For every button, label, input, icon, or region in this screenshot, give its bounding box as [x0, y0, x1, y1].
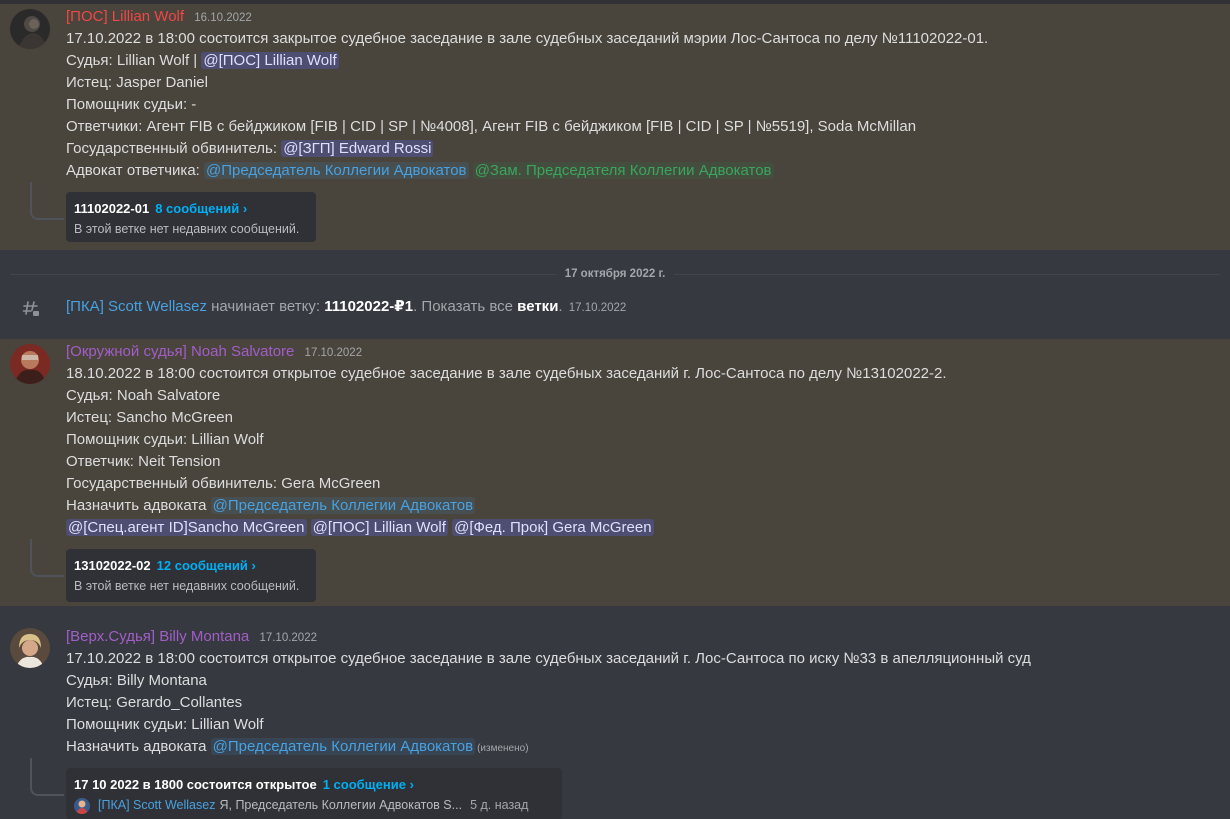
thread-name-link[interactable]: 11102022-₽1 — [324, 298, 413, 315]
message-line: Помощник судьи: Lillian Wolf — [66, 431, 264, 448]
thread-icon — [22, 300, 40, 318]
message-line: 17.10.2022 в 18:00 состоится открытое су… — [66, 650, 1031, 667]
thread-preview[interactable]: 17 10 2022 в 1800 состоится открытое 1 со… — [66, 768, 562, 819]
thread-last-text: Я, Председатель Коллегии Адвокатов S... — [219, 798, 463, 812]
thread-message-count[interactable]: 1 сообщение › — [323, 777, 414, 792]
message-line: Государственный обвинитель: @[ЗГП] Edwar… — [66, 140, 434, 157]
avatar[interactable] — [10, 344, 50, 384]
thread-subtitle: В этой ветке нет недавних сообщений. — [74, 579, 300, 593]
avatar[interactable] — [10, 9, 50, 49]
thread-last-message: [ПКА] Scott Wellasez Я, Председатель Кол… — [74, 797, 554, 814]
threads-link[interactable]: ветки — [517, 298, 558, 315]
message-timestamp: 16.10.2022 — [194, 12, 252, 24]
role-mention[interactable]: @Председатель Коллегии Адвокатов — [210, 738, 476, 755]
message-line: Назначить адвоката @Председатель Коллеги… — [66, 738, 529, 755]
message-line: Государственный обвинитель: Gera McGreen — [66, 475, 381, 492]
message-line: Истец: Sancho McGreen — [66, 409, 233, 426]
role-mention[interactable]: @Председатель Коллегии Адвокатов — [210, 497, 476, 514]
thread-subtitle: В этой ветке нет недавних сообщений. — [74, 222, 300, 236]
thread-last-author[interactable]: [ПКА] Scott Wellasez — [98, 797, 215, 814]
message-line: Помощник судьи: Lillian Wolf — [66, 716, 264, 733]
date-divider: 17 октября 2022 г. — [10, 268, 1220, 280]
thread-spine — [30, 758, 64, 796]
message-timestamp: 17.10.2022 — [259, 632, 317, 644]
thread-message-count[interactable]: 8 сообщений › — [155, 201, 247, 216]
show-all-threads-link[interactable]: Показать все — [421, 298, 517, 315]
message-line: Истец: Jasper Daniel — [66, 74, 208, 91]
system-action-text: начинает ветку: — [206, 298, 325, 315]
thread-name: 11102022-01 — [74, 201, 150, 216]
message-billy-montana: [Верх.Судья] Billy Montana 17.10.2022 17… — [0, 624, 1230, 819]
role-mention[interactable]: @Председатель Коллегии Адвокатов — [204, 162, 469, 179]
message-timestamp: 17.10.2022 — [568, 302, 627, 314]
message-noah-salvatore: [Окружной судья] Noah Salvatore 17.10.20… — [0, 339, 1230, 606]
message-line: 17.10.2022 в 18:00 состоится закрытое су… — [66, 30, 989, 47]
thread-spine — [30, 182, 64, 220]
thread-preview[interactable]: 13102022-02 12 сообщений › В этой ветке н… — [66, 549, 316, 602]
thread-name: 13102022-02 — [74, 558, 151, 573]
message-line: Судья: Lillian Wolf | @[ПОС] Lillian Wol… — [66, 52, 339, 69]
message-line: Помощник судьи: - — [66, 96, 197, 113]
edited-marker: (изменено) — [477, 743, 529, 754]
message-line: Ответчик: Neit Tension — [66, 453, 221, 470]
message-line: Ответчики: Агент FIB с бейджиком [FIB | … — [66, 118, 917, 135]
message-line: 18.10.2022 в 18:00 состоится открытое су… — [66, 365, 947, 382]
author-name[interactable]: [ПКА] Scott Wellasez — [66, 298, 207, 315]
message-line: Адвокат ответчика: @Председатель Коллеги… — [66, 162, 774, 179]
message-line: @[Спец.агент ID]Sancho McGreen @[ПОС] Li… — [66, 517, 947, 539]
user-mention[interactable]: @[Фед. Прок] Gera McGreen — [452, 519, 654, 536]
message-line: Истец: Gerardo_Collantes — [66, 694, 243, 711]
message-lillian-wolf: [ПОС] Lillian Wolf 16.10.2022 17.10.2022… — [0, 4, 1230, 250]
user-mention[interactable]: @[ПОС] Lillian Wolf — [310, 519, 448, 536]
thread-preview[interactable]: 11102022-01 8 сообщений › В этой ветке не… — [66, 192, 316, 242]
user-mention[interactable]: @[ЗГП] Edward Rossi — [281, 140, 434, 157]
thread-message-count[interactable]: 12 сообщений › — [157, 558, 256, 573]
role-mention[interactable]: @Зам. Председателя Коллегии Адвокатов — [472, 162, 774, 179]
message-timestamp: 17.10.2022 — [304, 347, 363, 359]
message-line: Назначить адвоката @Председатель Коллеги… — [66, 497, 476, 514]
avatar[interactable] — [10, 628, 50, 668]
thread-created-system-message: [ПКА] Scott Wellasez начинает ветку: 111… — [0, 295, 1230, 321]
user-mention[interactable]: @[ПОС] Lillian Wolf — [201, 52, 339, 69]
author-name[interactable]: [Верх.Судья] Billy Montana — [66, 628, 249, 645]
message-line: Судья: Billy Montana — [66, 672, 207, 689]
date-divider-label: 17 октября 2022 г. — [556, 268, 674, 280]
user-mention[interactable]: @[Спец.агент ID]Sancho McGreen — [66, 519, 307, 536]
message-line: Судья: Noah Salvatore — [66, 387, 221, 404]
author-name[interactable]: [ПОС] Lillian Wolf — [66, 8, 184, 25]
avatar — [74, 797, 90, 814]
thread-last-age: 5 д. назад — [470, 798, 529, 812]
author-name[interactable]: [Окружной судья] Noah Salvatore — [66, 343, 294, 360]
thread-spine — [30, 539, 64, 577]
thread-name: 17 10 2022 в 1800 состоится открытое — [74, 777, 317, 792]
